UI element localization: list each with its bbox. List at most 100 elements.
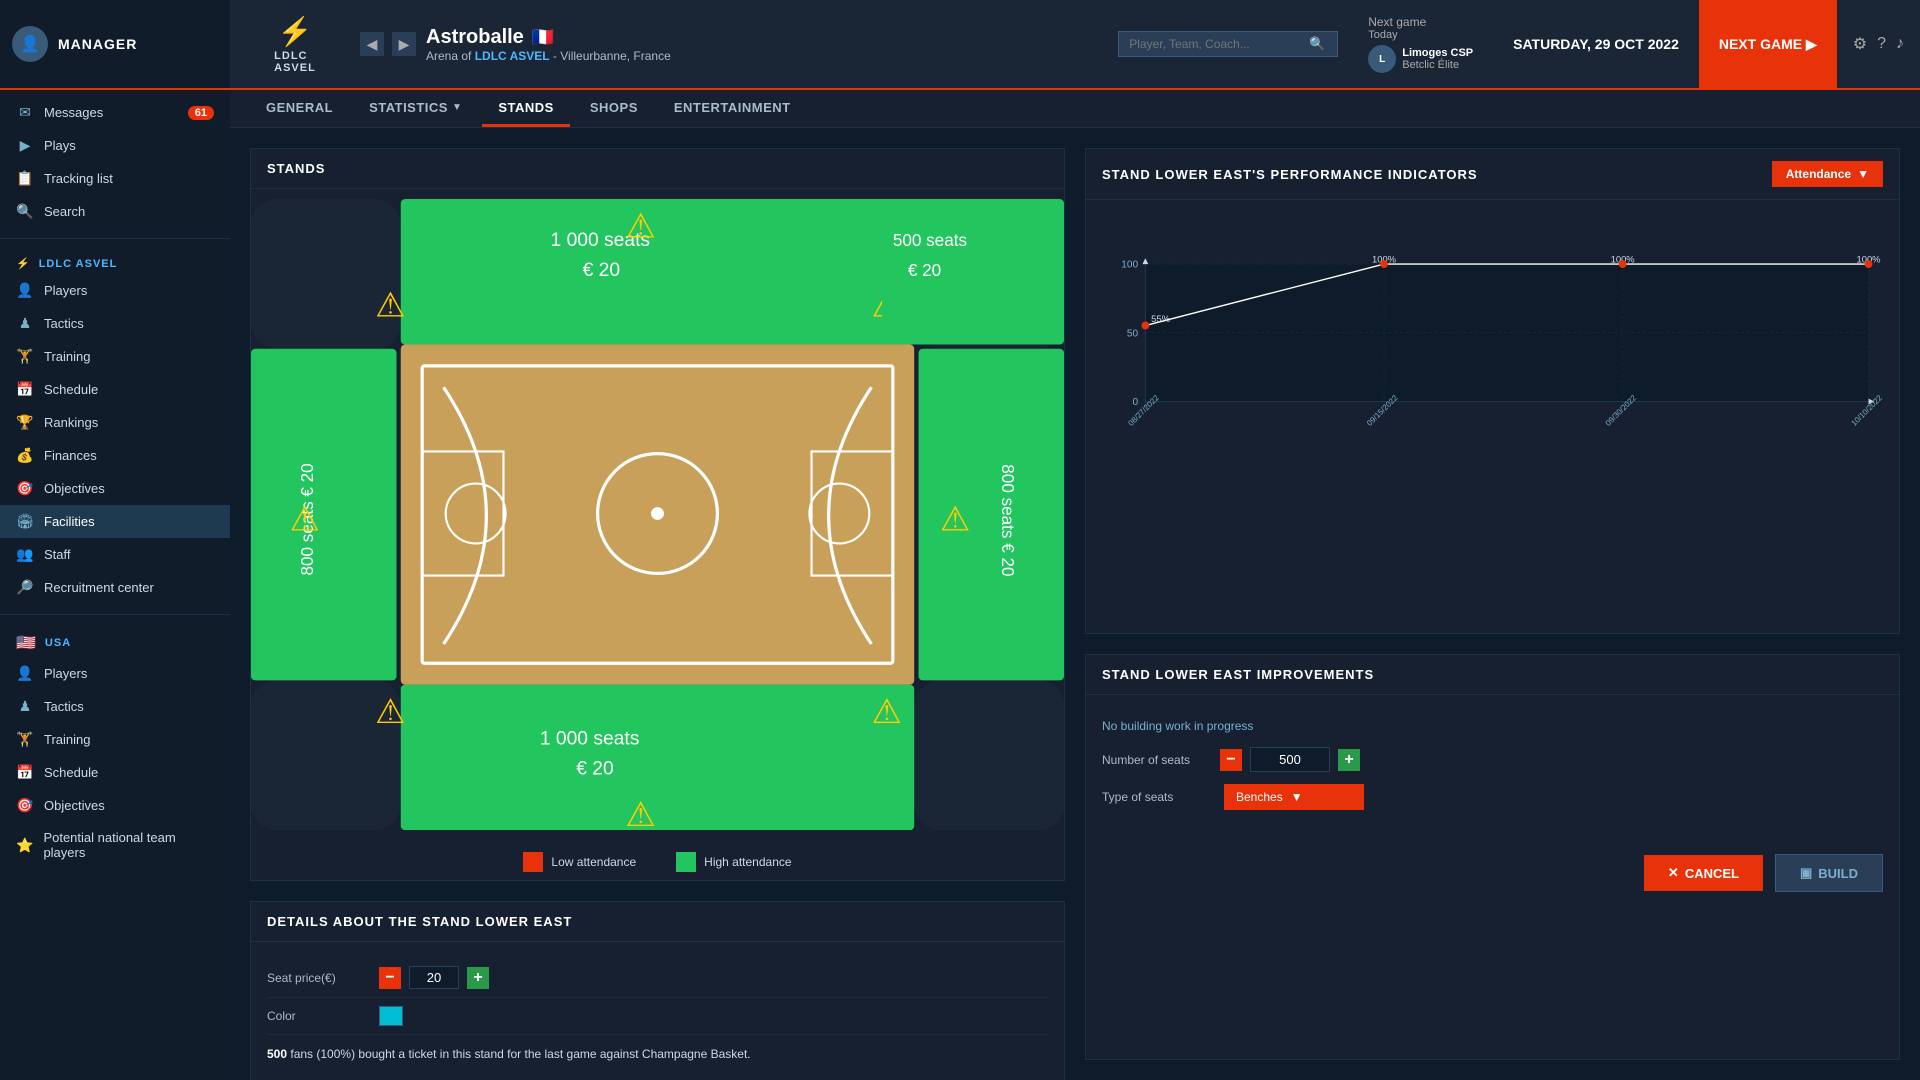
search-bar[interactable]: 🔍 xyxy=(1118,31,1338,57)
legend-low-label: Low attendance xyxy=(551,855,636,869)
type-row: Type of seats Benches ▼ xyxy=(1102,784,1883,810)
team-info: Astroballe 🇫🇷 Arena of LDLC ASVEL - Vill… xyxy=(426,26,671,63)
seats-minus-button[interactable]: − xyxy=(1220,749,1242,771)
match-team1: Limoges CSP xyxy=(1402,47,1473,59)
seat-price-plus-button[interactable]: + xyxy=(467,967,489,989)
svg-text:08/27/2022: 08/27/2022 xyxy=(1126,393,1161,428)
subnav-statistics[interactable]: STATISTICS ▼ xyxy=(353,90,478,127)
sidebar-recruitment-label: Recruitment center xyxy=(44,580,154,595)
sidebar-item-usa-tactics[interactable]: ♟ Tactics xyxy=(0,690,230,723)
help-icon[interactable]: ? xyxy=(1877,35,1886,53)
next-game-match: L Limoges CSP Betclic Élite xyxy=(1368,45,1473,73)
subnav-stands[interactable]: STANDS xyxy=(482,90,569,127)
usa-training-icon: 🏋 xyxy=(16,731,34,748)
sidebar-item-messages[interactable]: ✉ Messages 61 xyxy=(0,96,230,129)
seats-input[interactable] xyxy=(1250,747,1330,772)
type-label: Type of seats xyxy=(1102,790,1212,804)
sidebar-item-finances[interactable]: 💰 Finances xyxy=(0,439,230,472)
sidebar-facilities-label: Facilities xyxy=(44,514,95,529)
sidebar-item-usa-objectives[interactable]: 🎯 Objectives xyxy=(0,789,230,822)
sidebar-item-usa-schedule[interactable]: 📅 Schedule xyxy=(0,756,230,789)
sidebar-item-tracking[interactable]: 📋 Tracking list xyxy=(0,162,230,195)
seat-price-minus-button[interactable]: − xyxy=(379,967,401,989)
cancel-x-icon: ✕ xyxy=(1668,865,1679,881)
svg-text:⚠: ⚠ xyxy=(625,796,656,830)
sidebar-item-search[interactable]: 🔍 Search xyxy=(0,195,230,228)
improvements-panel-header: STAND LOWER EAST IMPROVEMENTS xyxy=(1086,655,1899,695)
sidebar-usa-schedule-label: Schedule xyxy=(44,765,98,780)
dropdown-chevron-icon: ▼ xyxy=(1857,167,1869,181)
team-section-icon: ⚡ xyxy=(16,257,31,270)
chart-title: STAND LOWER EAST'S PERFORMANCE INDICATOR… xyxy=(1102,167,1478,182)
sidebar-item-potential[interactable]: ⭐ Potential national team players xyxy=(0,822,230,868)
sidebar-item-recruitment[interactable]: 🔎 Recruitment center xyxy=(0,571,230,604)
next-game-button[interactable]: NEXT GAME ▶ xyxy=(1699,0,1837,88)
svg-text:800 seats € 20: 800 seats € 20 xyxy=(998,464,1017,576)
svg-text:500 seats: 500 seats xyxy=(893,231,967,250)
subnav-general[interactable]: GENERAL xyxy=(250,90,349,127)
nav-back-button[interactable]: ◀ xyxy=(360,32,384,56)
sidebar-item-usa-training[interactable]: 🏋 Training xyxy=(0,723,230,756)
subnav-shops[interactable]: SHOPS xyxy=(574,90,654,127)
build-button[interactable]: ▣ BUILD xyxy=(1775,854,1883,892)
details-panel-header: DETAILS ABOUT THE STAND LOWER EAST xyxy=(251,902,1064,942)
finances-icon: 💰 xyxy=(16,447,34,464)
svg-text:1 000 seats: 1 000 seats xyxy=(540,729,640,750)
sub-nav: GENERAL STATISTICS ▼ STANDS SHOPS ENTERT… xyxy=(230,90,1920,128)
music-icon[interactable]: ♪ xyxy=(1896,35,1904,53)
staff-icon: 👥 xyxy=(16,546,34,563)
potential-icon: ⭐ xyxy=(16,837,33,854)
sidebar-item-staff[interactable]: 👥 Staff xyxy=(0,538,230,571)
sidebar-item-schedule[interactable]: 📅 Schedule xyxy=(0,373,230,406)
settings-icon[interactable]: ⚙ xyxy=(1853,34,1867,54)
color-swatch[interactable] xyxy=(379,1006,403,1026)
improvements-panel: STAND LOWER EAST IMPROVEMENTS No buildin… xyxy=(1085,654,1900,1060)
sidebar-item-players[interactable]: 👤 Players xyxy=(0,274,230,307)
sidebar-item-usa-players[interactable]: 👤 Players xyxy=(0,657,230,690)
sidebar-item-training[interactable]: 🏋 Training xyxy=(0,340,230,373)
sidebar-search-label: Search xyxy=(44,204,85,219)
avatar: 👤 xyxy=(12,26,48,62)
left-panel: STANDS 1 000 seats € 20 xyxy=(250,148,1065,1060)
type-value: Benches xyxy=(1236,790,1283,804)
next-game-info: Next game Today L Limoges CSP Betclic Él… xyxy=(1368,15,1473,73)
seats-row: Number of seats − + xyxy=(1102,747,1883,772)
sidebar-rankings-label: Rankings xyxy=(44,415,98,430)
chart-panel: STAND LOWER EAST'S PERFORMANCE INDICATOR… xyxy=(1085,148,1900,634)
sidebar-item-plays[interactable]: ▶ Plays xyxy=(0,129,230,162)
svg-text:55%: 55% xyxy=(1151,313,1170,324)
team-arena: Arena of LDLC ASVEL - Villeurbanne, Fran… xyxy=(426,49,671,63)
sidebar-training-label: Training xyxy=(44,349,90,364)
nav-arrows: ◀ ▶ xyxy=(360,32,416,56)
team-logo: ⚡ LDLCASVEL xyxy=(230,7,360,82)
no-work-text: No building work in progress xyxy=(1102,711,1883,747)
usa-flag-icon: 🇺🇸 xyxy=(16,633,37,653)
svg-text:⚠: ⚠ xyxy=(940,501,971,539)
seats-plus-button[interactable]: + xyxy=(1338,749,1360,771)
messages-icon: ✉ xyxy=(16,104,34,121)
plays-icon: ▶ xyxy=(16,137,34,154)
type-select-chevron: ▼ xyxy=(1291,790,1303,804)
sidebar-item-facilities[interactable]: 🏟 Facilities xyxy=(0,505,230,538)
sidebar-item-tactics[interactable]: ♟ Tactics xyxy=(0,307,230,340)
sidebar-item-objectives[interactable]: 🎯 Objectives xyxy=(0,472,230,505)
seat-price-display: 20 xyxy=(409,966,459,989)
details-panel: DETAILS ABOUT THE STAND LOWER EAST Seat … xyxy=(250,901,1065,1080)
attendance-dropdown-button[interactable]: Attendance ▼ xyxy=(1772,161,1883,187)
date-display: SATURDAY, 29 OCT 2022 xyxy=(1513,36,1679,52)
sidebar-manager-section: ✉ Messages 61 ▶ Plays 📋 Tracking list 🔍 … xyxy=(0,90,230,234)
messages-badge: 61 xyxy=(188,106,214,120)
search-input[interactable] xyxy=(1129,37,1309,51)
facilities-icon: 🏟 xyxy=(16,513,34,530)
sidebar-item-rankings[interactable]: 🏆 Rankings xyxy=(0,406,230,439)
svg-text:100: 100 xyxy=(1121,260,1138,271)
logo-text: LDLCASVEL xyxy=(274,50,316,74)
arena-link[interactable]: LDLC ASVEL xyxy=(475,49,550,63)
cancel-button[interactable]: ✕ CANCEL xyxy=(1644,855,1763,891)
sidebar-players-label: Players xyxy=(44,283,87,298)
type-select-button[interactable]: Benches ▼ xyxy=(1224,784,1364,810)
chart-container: 0 50 100 100% 100% 100% xyxy=(1086,200,1899,480)
color-row: Color xyxy=(267,998,1048,1035)
nav-forward-button[interactable]: ▶ xyxy=(392,32,416,56)
subnav-entertainment[interactable]: ENTERTAINMENT xyxy=(658,90,807,127)
